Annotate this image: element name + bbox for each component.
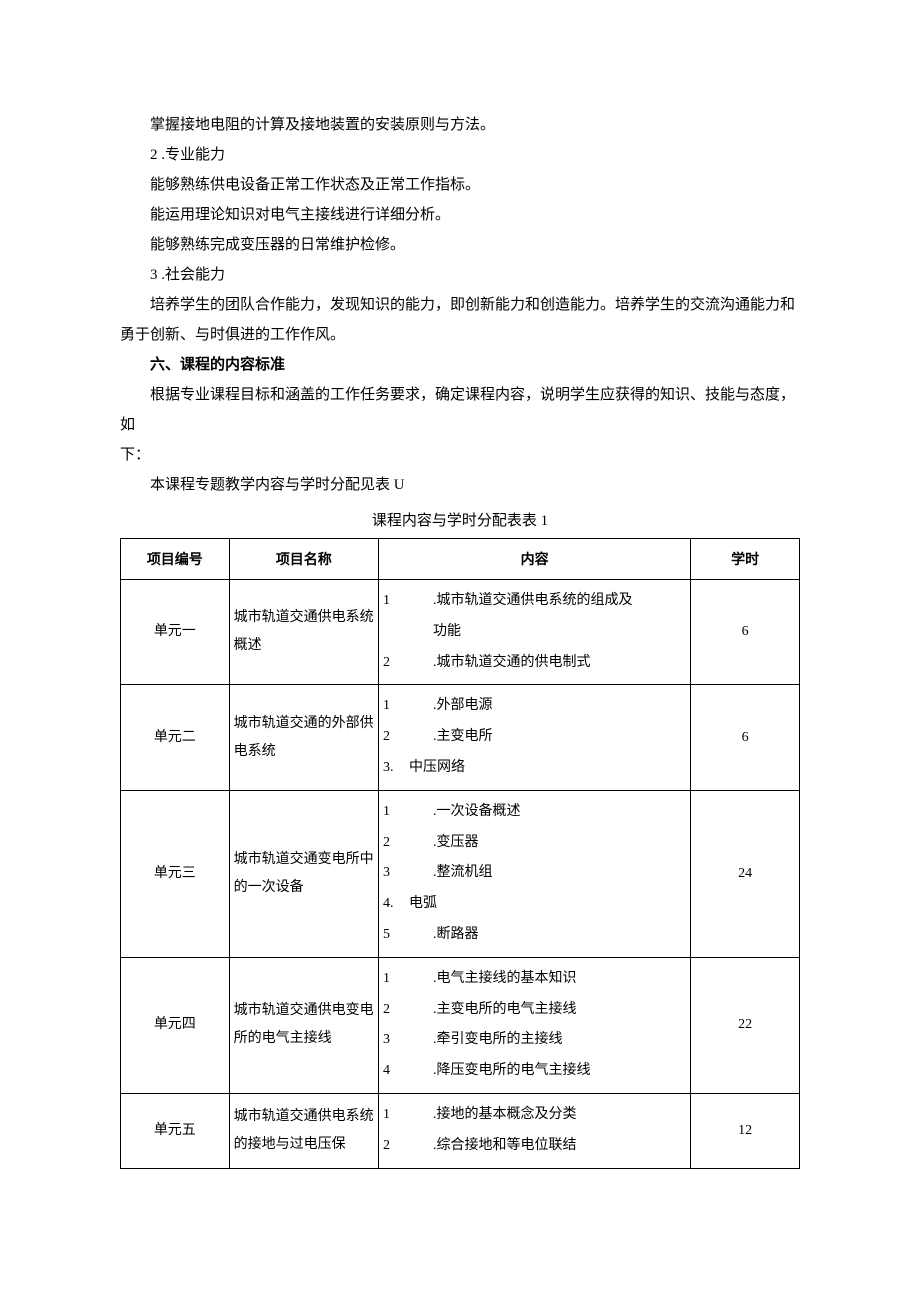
cell-content: 1.电气主接线的基本知识2.主变电所的电气主接线3.牵引变电所的主接线4.降压变… — [379, 957, 691, 1093]
col-header-id: 项目编号 — [121, 539, 230, 580]
body-text: 能够熟练完成变压器的日常维护检修。 — [120, 230, 800, 260]
cell-unit-name: 城市轨道交通供电系统概述 — [229, 580, 378, 685]
content-item-number: 1 — [383, 1100, 405, 1131]
content-item-number: 1 — [383, 586, 405, 617]
col-header-content: 内容 — [379, 539, 691, 580]
content-item-number: 2 — [383, 648, 405, 679]
cell-unit-name: 城市轨道交通供电变电所的电气主接线 — [229, 957, 378, 1093]
cell-unit-id: 单元一 — [121, 580, 230, 685]
body-text: 能够熟练供电设备正常工作状态及正常工作指标。 — [120, 170, 800, 200]
cell-unit-name: 城市轨道交通变电所中的一次设备 — [229, 790, 378, 957]
heading-number: 2 — [150, 147, 158, 163]
cell-unit-id: 单元二 — [121, 685, 230, 790]
cell-content: 1.接地的基本概念及分类2.综合接地和等电位联结 — [379, 1093, 691, 1168]
body-text: 根据专业课程目标和涵盖的工作任务要求，确定课程内容，说明学生应获得的知识、技能与… — [120, 380, 800, 440]
table-row: 单元五城市轨道交通供电系统的接地与过电压保1.接地的基本概念及分类2.综合接地和… — [121, 1093, 800, 1168]
content-item-continuation: 功能 — [383, 617, 686, 648]
table-row: 单元二城市轨道交通的外部供电系统1.外部电源2.主变电所3.中压网络6 — [121, 685, 800, 790]
content-item-text: .主变电所的电气主接线 — [405, 995, 686, 1026]
content-item-text: .变压器 — [405, 828, 686, 859]
heading-text: .社会能力 — [158, 267, 226, 283]
course-hours-table: 项目编号 项目名称 内容 学时 单元一城市轨道交通供电系统概述1.城市轨道交通供… — [120, 538, 800, 1169]
section-heading-2: 2 .专业能力 — [120, 140, 800, 170]
cell-content: 1.外部电源2.主变电所3.中压网络 — [379, 685, 691, 790]
cell-unit-id: 单元五 — [121, 1093, 230, 1168]
cell-content: 1.城市轨道交通供电系统的组成及功能2.城市轨道交通的供电制式 — [379, 580, 691, 685]
content-item-text: .降压变电所的电气主接线 — [405, 1056, 686, 1087]
content-item-number: 1 — [383, 964, 405, 995]
body-text: 能运用理论知识对电气主接线进行详细分析。 — [120, 200, 800, 230]
content-item-text: .电气主接线的基本知识 — [405, 964, 686, 995]
cell-hours: 6 — [691, 685, 800, 790]
cell-unit-name: 城市轨道交通供电系统的接地与过电压保 — [229, 1093, 378, 1168]
table-row: 单元四城市轨道交通供电变电所的电气主接线1.电气主接线的基本知识2.主变电所的电… — [121, 957, 800, 1093]
body-text: 掌握接地电阻的计算及接地装置的安装原则与方法。 — [120, 110, 800, 140]
content-item-number: 5 — [383, 920, 405, 951]
content-item-number: 1 — [383, 691, 405, 722]
content-item-number: 4. — [383, 889, 405, 920]
content-item-number: 2 — [383, 722, 405, 753]
body-text: 培养学生的团队合作能力，发现知识的能力，即创新能力和创造能力。培养学生的交流沟通… — [120, 290, 800, 350]
content-item-number: 3. — [383, 753, 405, 784]
cell-unit-name: 城市轨道交通的外部供电系统 — [229, 685, 378, 790]
content-item-text: .城市轨道交通供电系统的组成及 — [405, 586, 686, 617]
section-heading-6: 六、课程的内容标准 — [120, 350, 800, 380]
content-item-text: .牵引变电所的主接线 — [405, 1025, 686, 1056]
content-item-number: 1 — [383, 797, 405, 828]
table-caption: 课程内容与学时分配表表 1 — [120, 506, 800, 536]
col-header-name: 项目名称 — [229, 539, 378, 580]
content-item-number: 4 — [383, 1056, 405, 1087]
content-item-text: 电弧 — [405, 889, 686, 920]
table-row: 单元一城市轨道交通供电系统概述1.城市轨道交通供电系统的组成及功能2.城市轨道交… — [121, 580, 800, 685]
document-page: 掌握接地电阻的计算及接地装置的安装原则与方法。 2 .专业能力 能够熟练供电设备… — [0, 0, 920, 1301]
body-text: 本课程专题教学内容与学时分配见表 U — [120, 470, 800, 500]
body-text: 下： — [120, 440, 800, 470]
cell-content: 1.一次设备概述2.变压器3.整流机组4.电弧5.断路器 — [379, 790, 691, 957]
content-item-number: 3 — [383, 1025, 405, 1056]
content-item-text: .一次设备概述 — [405, 797, 686, 828]
content-item-text: .城市轨道交通的供电制式 — [405, 648, 686, 679]
content-item-number: 3 — [383, 858, 405, 889]
cell-hours: 22 — [691, 957, 800, 1093]
content-item-text: .外部电源 — [405, 691, 686, 722]
content-item-text: .接地的基本概念及分类 — [405, 1100, 686, 1131]
cell-hours: 24 — [691, 790, 800, 957]
cell-hours: 12 — [691, 1093, 800, 1168]
content-item-text: .综合接地和等电位联结 — [405, 1131, 686, 1162]
cell-hours: 6 — [691, 580, 800, 685]
heading-text: .专业能力 — [158, 147, 226, 163]
table-header-row: 项目编号 项目名称 内容 学时 — [121, 539, 800, 580]
content-item-text: .整流机组 — [405, 858, 686, 889]
table-row: 单元三城市轨道交通变电所中的一次设备1.一次设备概述2.变压器3.整流机组4.电… — [121, 790, 800, 957]
content-item-number: 2 — [383, 1131, 405, 1162]
cell-unit-id: 单元四 — [121, 957, 230, 1093]
content-item-text: 中压网络 — [405, 753, 686, 784]
content-item-number: 2 — [383, 995, 405, 1026]
section-heading-3: 3 .社会能力 — [120, 260, 800, 290]
content-item-text: .断路器 — [405, 920, 686, 951]
col-header-hours: 学时 — [691, 539, 800, 580]
cell-unit-id: 单元三 — [121, 790, 230, 957]
content-item-number: 2 — [383, 828, 405, 859]
content-item-text: .主变电所 — [405, 722, 686, 753]
heading-number: 3 — [150, 267, 158, 283]
